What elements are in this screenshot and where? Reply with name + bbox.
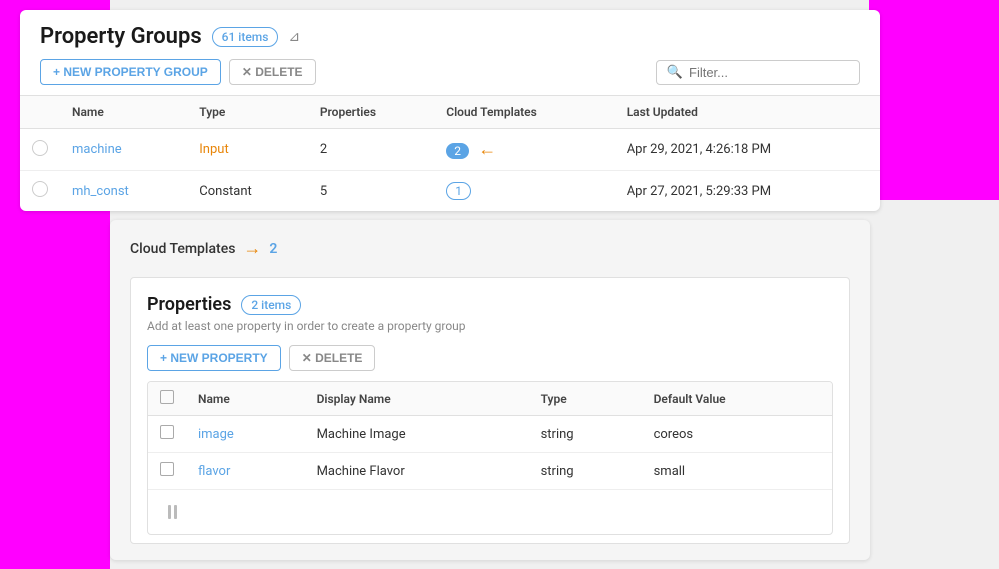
delete-button[interactable]: ✕ DELETE <box>229 59 316 85</box>
prop-col-select <box>148 382 186 416</box>
row-type-value: Input <box>199 142 228 157</box>
cloud-templates-label: Cloud Templates <box>130 241 235 257</box>
properties-section: Properties 2 items Add at least one prop… <box>130 277 850 544</box>
col-select <box>20 96 60 129</box>
row-select-cell[interactable] <box>20 171 60 212</box>
row-cloud-templates-cell: 1 <box>434 171 614 212</box>
row-name-cell: mh_const <box>60 171 187 212</box>
new-property-group-button[interactable]: + NEW PROPERTY GROUP <box>40 59 221 85</box>
property-groups-table: Name Type Properties Cloud Templates Las… <box>20 96 880 211</box>
radio-button[interactable] <box>32 140 48 156</box>
col-last-updated: Last Updated <box>615 96 880 129</box>
row-cloud-templates-cell: 2 ← <box>434 129 614 171</box>
page-title: Property Groups <box>40 24 202 49</box>
row-checkbox[interactable] <box>160 462 174 476</box>
cloud-badge-solid: 2 <box>446 143 469 159</box>
radio-button[interactable] <box>32 181 48 197</box>
col-properties: Properties <box>308 96 434 129</box>
filter-input[interactable] <box>689 65 849 80</box>
prop-col-default-value: Default Value <box>642 382 832 416</box>
prop-name-link[interactable]: image <box>198 427 234 442</box>
table-header-row: Name Type Properties Cloud Templates Las… <box>20 96 880 129</box>
panel-header: Property Groups 61 items ⊿ <box>20 10 880 59</box>
prop-col-name: Name <box>186 382 305 416</box>
properties-title: Properties <box>147 294 231 315</box>
prop-row-select-cell[interactable] <box>148 416 186 453</box>
col-type: Type <box>187 96 308 129</box>
prop-table-footer-cell <box>148 490 832 535</box>
row-name-cell: machine <box>60 129 187 171</box>
row-last-updated-cell: Apr 29, 2021, 4:26:18 PM <box>615 129 880 171</box>
row-last-updated-cell: Apr 27, 2021, 5:29:33 PM <box>615 171 880 212</box>
row-type-cell: Constant <box>187 171 308 212</box>
properties-toolbar: + NEW PROPERTY ✕ DELETE <box>147 345 833 371</box>
properties-subtitle: Add at least one property in order to cr… <box>147 319 833 333</box>
properties-table: Name Display Name Type Default Value ima… <box>148 382 832 534</box>
prop-table-header-row: Name Display Name Type Default Value <box>148 382 832 416</box>
cloud-templates-row: Cloud Templates → 2 <box>130 238 850 259</box>
prop-row-name-cell: image <box>186 416 305 453</box>
prop-table-footer-row <box>148 490 832 535</box>
row-properties-cell: 5 <box>308 171 434 212</box>
property-groups-table-container: Name Type Properties Cloud Templates Las… <box>20 95 880 211</box>
prop-row-type-cell: string <box>529 453 642 490</box>
arrow-left-icon: ← <box>478 139 496 160</box>
prop-table-row: image Machine Image string coreos <box>148 416 832 453</box>
prop-delete-button[interactable]: ✕ DELETE <box>289 345 376 371</box>
row-type-cell: Input <box>187 129 308 171</box>
prop-col-type: Type <box>529 382 642 416</box>
row-checkbox[interactable] <box>160 425 174 439</box>
arrow-right-icon: → <box>243 238 261 259</box>
property-groups-panel: Property Groups 61 items ⊿ + NEW PROPERT… <box>20 10 880 211</box>
row-properties-cell: 2 <box>308 129 434 171</box>
prop-table-row: flavor Machine Flavor string small <box>148 453 832 490</box>
prop-row-type-cell: string <box>529 416 642 453</box>
column-resize-icon[interactable] <box>160 499 820 525</box>
table-row: machine Input 2 2 ← Apr 29, 2021, 4:26:1… <box>20 129 880 171</box>
prop-name-link[interactable]: flavor <box>198 464 230 479</box>
bottom-panel: Cloud Templates → 2 Properties 2 items A… <box>110 220 870 560</box>
row-name-link[interactable]: mh_const <box>72 184 129 199</box>
top-toolbar: + NEW PROPERTY GROUP ✕ DELETE 🔍 <box>20 59 880 95</box>
select-all-checkbox[interactable] <box>160 390 174 404</box>
prop-row-select-cell[interactable] <box>148 453 186 490</box>
row-type-value: Constant <box>199 184 252 199</box>
prop-col-display-name: Display Name <box>305 382 529 416</box>
row-name-link[interactable]: machine <box>72 142 122 157</box>
resize-bar <box>168 505 171 519</box>
prop-row-display-name-cell: Machine Flavor <box>305 453 529 490</box>
resize-bar <box>174 505 177 519</box>
properties-header: Properties 2 items <box>147 294 833 315</box>
search-icon: 🔍 <box>667 65 683 80</box>
properties-badge: 2 items <box>241 295 301 315</box>
cloud-templates-count: 2 <box>269 241 277 257</box>
magenta-right-bg <box>869 0 999 200</box>
prop-row-default-cell: small <box>642 453 832 490</box>
items-badge: 61 items <box>212 27 279 47</box>
prop-row-name-cell: flavor <box>186 453 305 490</box>
new-property-button[interactable]: + NEW PROPERTY <box>147 345 281 371</box>
properties-table-container: Name Display Name Type Default Value ima… <box>147 381 833 535</box>
col-name: Name <box>60 96 187 129</box>
filter-icon[interactable]: ⊿ <box>288 29 300 45</box>
filter-input-wrapper: 🔍 <box>656 60 860 85</box>
row-select-cell[interactable] <box>20 129 60 171</box>
cloud-badge-outline: 1 <box>446 182 471 200</box>
prop-row-display-name-cell: Machine Image <box>305 416 529 453</box>
prop-row-default-cell: coreos <box>642 416 832 453</box>
col-cloud-templates: Cloud Templates <box>434 96 614 129</box>
table-row: mh_const Constant 5 1 Apr 27, 2021, 5:29… <box>20 171 880 212</box>
